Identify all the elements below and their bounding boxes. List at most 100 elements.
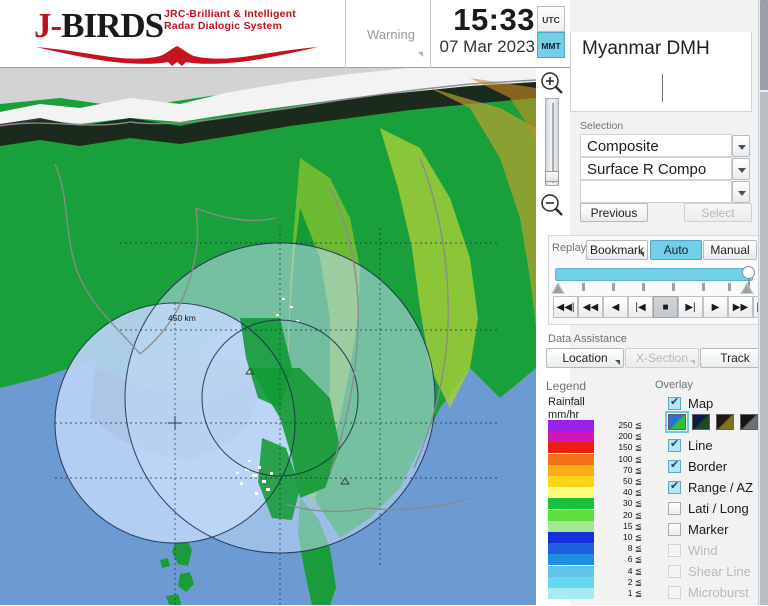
chevron-down-icon[interactable] (732, 181, 750, 203)
legend-value: 20 ≦ (623, 509, 642, 520)
step-back-button[interactable]: |◀ (628, 296, 653, 318)
legend-value: 30 ≦ (623, 498, 642, 509)
legend-value: 6 ≦ (627, 554, 642, 565)
replay-auto-button[interactable]: Auto (650, 240, 702, 260)
warning-button[interactable]: Warning (355, 8, 427, 60)
play-button[interactable]: ▶ (703, 296, 728, 318)
selection-section-label: Selection (580, 120, 624, 132)
map-style-color[interactable] (665, 411, 689, 433)
timezone-toggle[interactable]: UTC MMT (537, 6, 565, 58)
map-checkbox[interactable] (668, 395, 681, 410)
timezone-mmt-button[interactable]: MMT (537, 32, 565, 58)
panel-scrollbar[interactable] (758, 0, 768, 605)
zoom-out-icon[interactable] (539, 192, 565, 218)
legend-value: 100 ≦ (618, 453, 642, 464)
zoom-in-icon[interactable] (539, 70, 565, 96)
legend-swatch (548, 509, 594, 521)
overlay-item-map[interactable]: Map (668, 395, 768, 412)
replay-slider-track[interactable] (555, 268, 753, 281)
legend-section-label: Legend (546, 379, 587, 393)
location-label: Location (562, 351, 608, 365)
overlay-item-range-az[interactable]: Range / AZ (668, 479, 768, 498)
checkbox[interactable] (668, 437, 681, 452)
zoom-slider-thumb[interactable] (545, 171, 559, 182)
chevron-down-icon (690, 360, 695, 365)
legend-swatch (548, 543, 594, 555)
previous-button[interactable]: Previous (580, 203, 648, 222)
scrollbar-track[interactable] (760, 92, 768, 605)
slider-tick (582, 283, 585, 291)
timezone-utc-button[interactable]: UTC (537, 6, 565, 32)
map-style-swatches[interactable] (665, 411, 768, 433)
playback-controls: ◀◀| ◀◀ ◀ |◀ ■ ▶| ▶ ▶▶ |▶▶ (553, 296, 768, 318)
legend-value: 8 ≦ (627, 543, 642, 554)
overlay-item-line[interactable]: Line (668, 437, 768, 456)
legend-value: 250 ≦ (618, 420, 642, 430)
chevron-down-icon[interactable] (732, 135, 750, 157)
third-select[interactable] (580, 180, 750, 203)
play-back-button[interactable]: ◀ (603, 296, 628, 318)
legend-value: 50 ≦ (623, 476, 642, 486)
clock-time: 15:33 (453, 2, 535, 37)
chevron-down-icon (615, 360, 620, 365)
legend-swatch (548, 532, 594, 543)
scrollbar-thumb[interactable] (760, 0, 768, 90)
overlay-item-lati-long[interactable]: Lati / Long (668, 501, 768, 519)
legend-swatch (548, 554, 594, 566)
legend-value: 2 ≦ (627, 576, 642, 587)
checkbox[interactable] (668, 523, 681, 536)
legend-swatch (548, 520, 594, 532)
checkbox[interactable] (668, 502, 681, 515)
legend-swatch (548, 453, 594, 465)
bookmark-button[interactable]: Bookmark (586, 240, 648, 260)
clock: 15:33 07 Mar 2023 (425, 4, 535, 58)
overlay-label: Microburst (688, 585, 749, 600)
logo-tagline-line1: JRC-Brilliant & Intelligent (164, 8, 296, 20)
overlay-item-shear-line: Shear Line (668, 564, 768, 582)
x-section-button[interactable]: X-Section (625, 348, 699, 368)
overlay-item-microburst: Microburst (668, 585, 768, 603)
legend-value: 70 ≦ (623, 464, 642, 475)
overlay-label: Lati / Long (688, 501, 749, 516)
app-logo: J-BIRDS JRC-Brilliant & Intelligent Rada… (8, 2, 338, 66)
range-ring-label: 450 km (168, 313, 196, 323)
legend-title: Rainfall mm/hr (548, 396, 585, 421)
map-style-grey[interactable] (740, 414, 758, 430)
slider-tick (612, 283, 615, 291)
x-section-label: X-Section (635, 351, 689, 365)
map-style-dark-blue[interactable] (692, 414, 710, 430)
header-divider-1 (345, 0, 346, 68)
subproduct-select[interactable]: Surface R Compo (580, 157, 750, 180)
bookmark-label: Bookmark (589, 243, 645, 257)
zoom-slider[interactable] (545, 98, 559, 186)
slider-end-marker (740, 282, 754, 294)
jump-first-button[interactable]: ◀◀| (553, 296, 578, 318)
chevron-down-icon[interactable] (732, 158, 750, 180)
radar-map[interactable]: 450 km (0, 68, 536, 605)
checkbox[interactable] (668, 458, 681, 473)
product-select[interactable]: Composite (580, 134, 750, 157)
legend-value: 4 ≦ (627, 565, 642, 576)
checkbox[interactable] (668, 479, 681, 494)
fast-forward-button[interactable]: ▶▶ (728, 296, 753, 318)
overlay-label: Line (688, 438, 713, 453)
replay-manual-button[interactable]: Manual (703, 240, 757, 260)
legend-value: 10 ≦ (623, 532, 642, 542)
overlay-item-wind: Wind (668, 543, 768, 561)
map-zoom-controls[interactable] (537, 68, 569, 228)
slider-start-marker (551, 282, 565, 294)
legend-color-scale: 250 ≦ 200 ≦ 150 ≦ 100 ≦ 70 ≦ 50 ≦ 40 ≦ 30 ≦ 20 ≦… (540, 420, 660, 600)
map-style-olive[interactable] (716, 414, 734, 430)
overlay-label: Marker (688, 522, 729, 537)
rewind-button[interactable]: ◀◀ (578, 296, 603, 318)
step-forward-button[interactable]: ▶| (678, 296, 703, 318)
slider-tick (672, 283, 675, 291)
chevron-down-icon (418, 52, 423, 57)
overlay-item-border[interactable]: Border (668, 458, 768, 477)
overlay-item-marker[interactable]: Marker (668, 522, 768, 540)
legend-value: 200 ≦ (618, 431, 642, 442)
location-button[interactable]: Location (546, 348, 624, 368)
select-button[interactable]: Select (684, 203, 752, 222)
stop-button[interactable]: ■ (653, 296, 678, 318)
subproduct-select-value: Surface R Compo (587, 161, 707, 178)
